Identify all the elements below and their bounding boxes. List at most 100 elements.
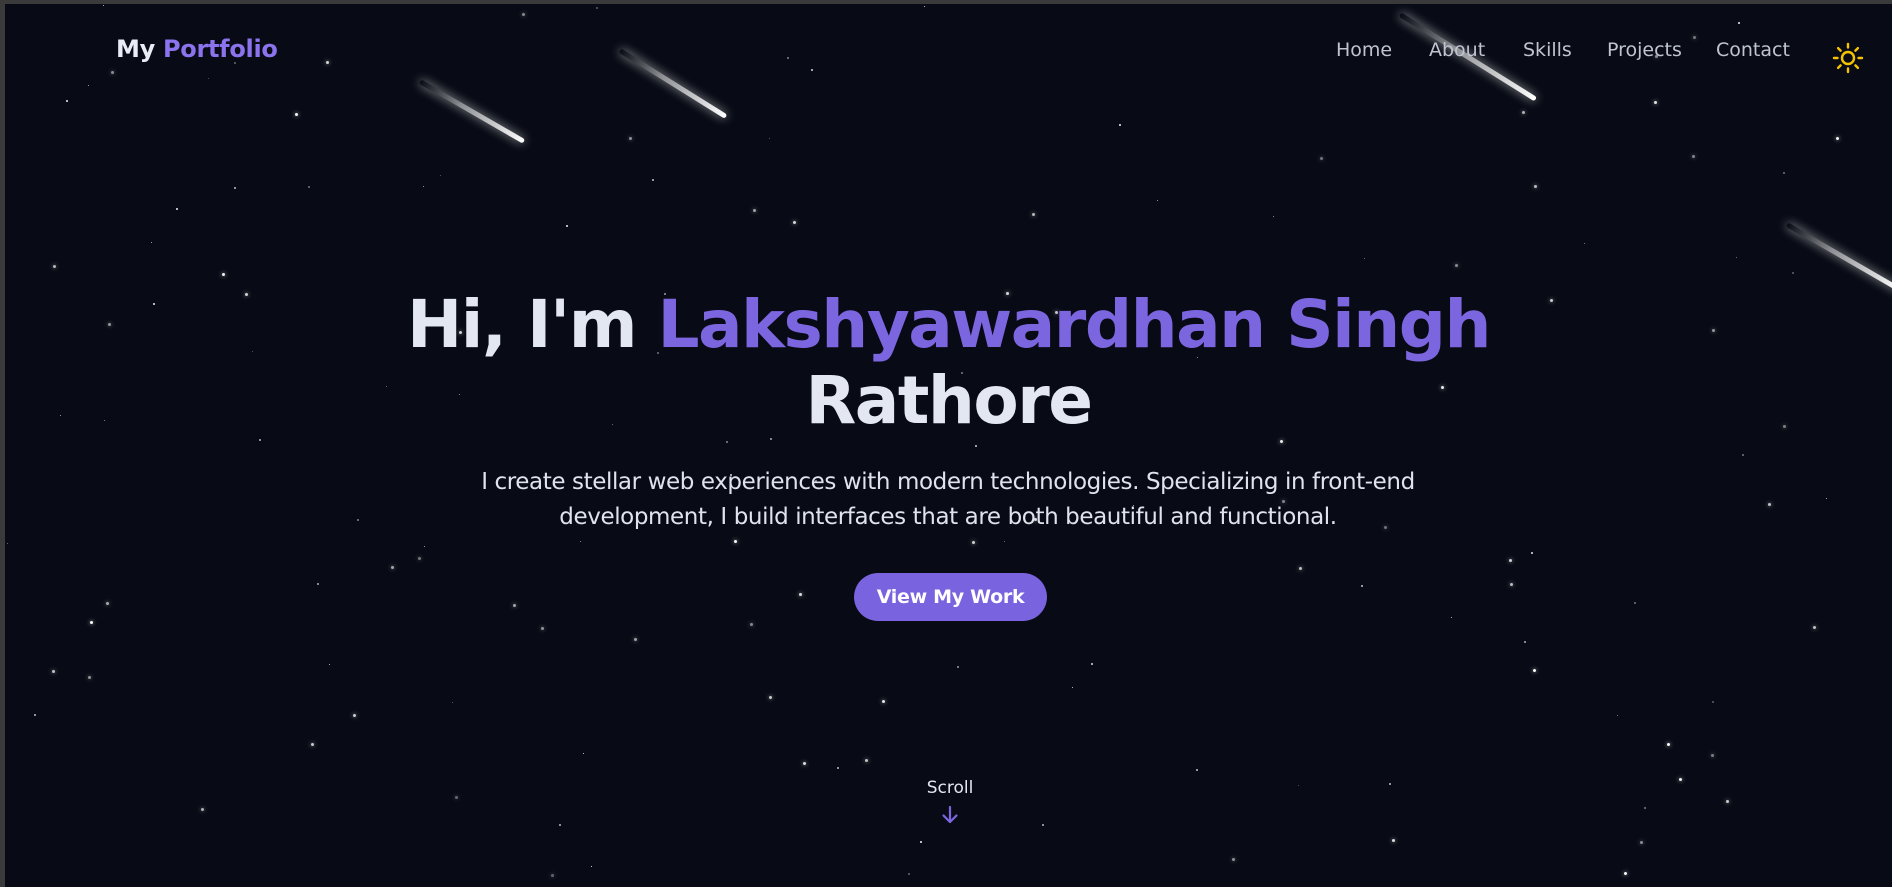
star (1273, 216, 1274, 217)
star (1280, 440, 1283, 443)
star (750, 623, 753, 626)
star (317, 583, 319, 585)
star (1711, 754, 1714, 757)
star (541, 627, 544, 630)
nav-link-about[interactable]: About (1429, 39, 1485, 61)
star (357, 519, 359, 521)
star (580, 541, 581, 542)
star (423, 186, 424, 187)
star (329, 664, 330, 665)
star (882, 700, 885, 703)
star (1742, 454, 1744, 456)
arrow-down-icon (942, 805, 958, 824)
star (1119, 124, 1121, 126)
star (1813, 626, 1816, 629)
star (513, 604, 516, 607)
star (799, 593, 802, 596)
star (1640, 841, 1643, 844)
star (1389, 783, 1391, 785)
nav-link-skills[interactable]: Skills (1523, 39, 1572, 61)
star (1534, 185, 1537, 188)
star (972, 541, 975, 544)
star (957, 666, 959, 668)
star (1712, 701, 1714, 703)
star (629, 137, 632, 140)
browser-viewport: My Portfolio Home About Skills Projects … (5, 4, 1892, 887)
star (769, 138, 770, 139)
star (1836, 137, 1839, 140)
star (295, 113, 298, 116)
star (1320, 157, 1323, 160)
star (734, 540, 737, 543)
hero-subtitle: I create stellar web experiences with mo… (481, 469, 1415, 530)
star (1392, 839, 1395, 842)
star (440, 175, 441, 176)
star (1004, 541, 1005, 542)
star (1584, 243, 1585, 244)
star (793, 221, 796, 224)
hero-name: Lakshyawardhan Singh (657, 286, 1491, 363)
star (1232, 858, 1235, 861)
star (418, 557, 421, 560)
star (726, 441, 728, 443)
star (1510, 583, 1513, 586)
star (583, 753, 584, 754)
nav-links: Home About Skills Projects Contact (5, 39, 1892, 69)
star (1522, 111, 1525, 114)
star (1792, 272, 1794, 274)
star (1624, 872, 1627, 875)
star (1644, 807, 1646, 809)
star (1726, 800, 1729, 803)
star (1032, 213, 1035, 216)
scroll-label: Scroll (926, 778, 974, 798)
star (1072, 687, 1073, 688)
star (52, 670, 55, 673)
star (1042, 824, 1044, 826)
star (1783, 172, 1785, 174)
star (1654, 101, 1657, 104)
star (634, 638, 637, 641)
nav-link-home[interactable]: Home (1336, 39, 1392, 61)
star (652, 179, 654, 181)
nav-link-projects[interactable]: Projects (1607, 39, 1682, 61)
star (1157, 200, 1158, 201)
star (106, 602, 109, 605)
star (1736, 257, 1737, 258)
star (88, 676, 91, 679)
star (1617, 715, 1618, 716)
star (234, 187, 236, 189)
star (865, 759, 868, 762)
scroll-indicator[interactable]: Scroll (900, 778, 1000, 826)
theme-toggle-button[interactable] (1830, 40, 1866, 76)
star (975, 445, 977, 447)
star (920, 841, 922, 843)
star (1667, 743, 1670, 746)
star (1455, 264, 1458, 267)
navbar: My Portfolio Home About Skills Projects … (5, 4, 1892, 96)
star (753, 209, 756, 212)
star (803, 762, 806, 765)
star (311, 743, 314, 746)
star (1091, 663, 1093, 665)
view-my-work-button[interactable]: View My Work (854, 573, 1047, 621)
star (176, 208, 178, 210)
star (1826, 498, 1827, 499)
nav-link-contact[interactable]: Contact (1716, 39, 1790, 61)
star (34, 714, 36, 716)
star (908, 873, 910, 875)
star (1533, 669, 1536, 672)
star (1299, 567, 1302, 570)
star (566, 225, 568, 227)
star (455, 796, 458, 799)
star (1768, 503, 1771, 506)
star (1451, 617, 1452, 618)
star (551, 874, 554, 877)
star (452, 702, 453, 703)
star (151, 242, 152, 243)
star (1509, 559, 1512, 562)
star (424, 546, 425, 547)
star (837, 767, 839, 769)
star (1361, 585, 1363, 587)
star (1298, 785, 1299, 786)
hero-greeting: Hi, I'm (407, 286, 637, 363)
